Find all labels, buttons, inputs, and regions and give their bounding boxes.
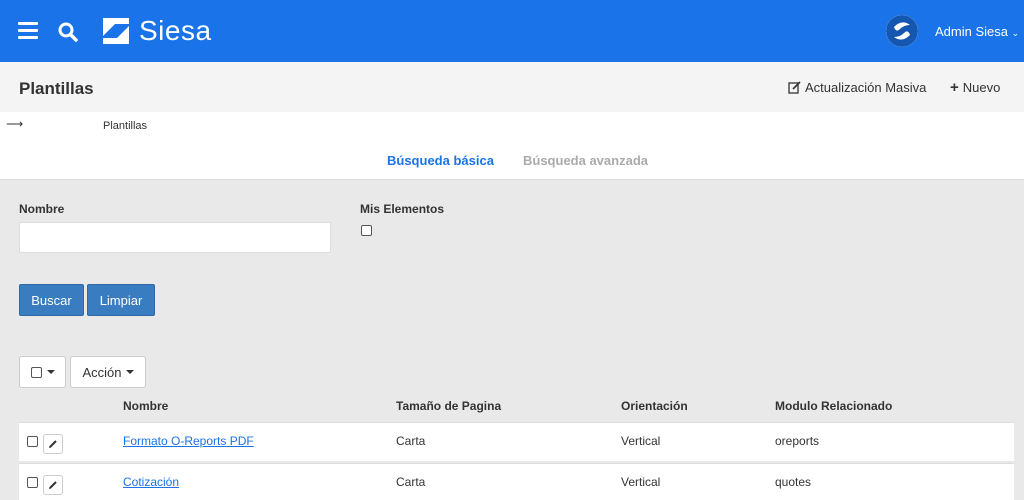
row-name-link[interactable]: Cotización [123,475,179,489]
column-header-module[interactable]: Modulo Relacionado [775,399,892,413]
name-search-input[interactable] [19,222,331,253]
siesa-logo-icon [103,18,129,44]
new-label: Nuevo [962,80,1001,95]
row-orientation: Vertical [621,475,661,489]
my-items-label: Mis Elementos [360,202,445,216]
search-panel: Nombre Mis Elementos Buscar Limpiar Acci… [0,179,1024,500]
name-field-label: Nombre [19,202,65,216]
row-page-size: Carta [396,434,426,448]
back-arrow-icon[interactable]: ⟶ [6,117,23,131]
row-module: oreports [775,434,820,448]
bulk-update-label: Actualización Masiva [805,80,927,95]
siesa-logo[interactable]: Siesa [101,15,212,46]
row-orientation: Vertical [621,434,661,448]
hamburger-menu-icon[interactable] [18,22,38,40]
search-button[interactable]: Buscar [19,284,84,316]
column-header-orientation[interactable]: Orientación [621,399,688,413]
plus-icon: + [950,79,959,96]
column-header-page-size[interactable]: Tamaño de Pagina [396,399,501,413]
column-header-name[interactable]: Nombre [123,399,168,413]
action-dropdown[interactable]: Acción [70,356,146,388]
user-menu[interactable]: Admin Siesa ⌄ [935,24,1019,39]
logo-text: Siesa [139,15,212,46]
caret-down-icon [125,370,134,374]
pencil-icon[interactable] [43,434,63,454]
breadcrumb[interactable]: Plantillas [103,120,147,132]
clear-button[interactable]: Limpiar [87,284,155,316]
caret-down-icon [46,370,55,374]
row-name-link[interactable]: Formato O-Reports PDF [123,434,254,448]
action-label: Acción [82,364,122,380]
table-row: Cotización Carta Vertical quotes [19,463,1014,500]
tab-basic-search[interactable]: Búsqueda básica [387,153,494,168]
row-checkbox[interactable] [27,436,38,447]
select-all-dropdown[interactable] [19,356,66,388]
new-button[interactable]: + Nuevo [950,80,1000,95]
user-avatar[interactable] [886,15,918,47]
tab-advanced-search[interactable]: Búsqueda avanzada [523,153,648,168]
row-page-size: Carta [396,475,426,489]
page-title: Plantillas [19,79,94,98]
row-module: quotes [775,475,812,489]
page-header: Plantillas Actualización Masiva + Nuevo [0,62,1024,112]
my-items-checkbox[interactable] [361,225,372,236]
search-icon[interactable] [57,21,79,43]
table-row: Formato O-Reports PDF Carta Vertical ore… [19,422,1014,461]
chevron-down-icon: ⌄ [1011,28,1020,38]
bulk-update-button[interactable]: Actualización Masiva [788,80,926,95]
select-all-checkbox[interactable] [30,366,42,378]
user-name-label: Admin Siesa [935,24,1008,39]
edit-square-icon [788,81,801,94]
pencil-icon[interactable] [43,475,63,495]
top-navbar: Siesa Admin Siesa ⌄ [0,0,1024,62]
row-checkbox[interactable] [27,477,38,488]
